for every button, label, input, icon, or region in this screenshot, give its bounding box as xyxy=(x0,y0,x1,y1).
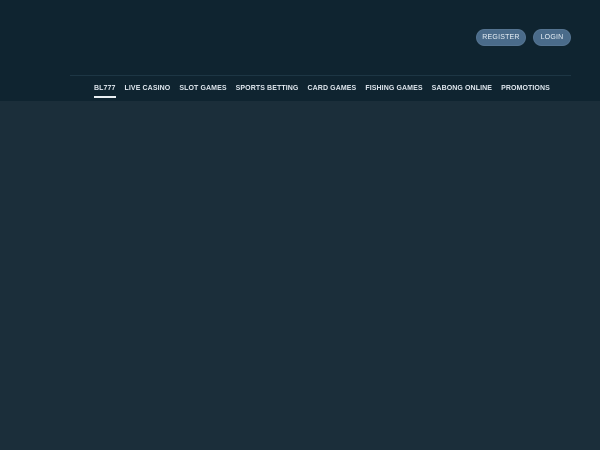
nav-item-card-games[interactable]: CARD GAMES xyxy=(307,84,356,94)
site-header: REGISTER LOGIN BL777 LIVE CASINO SLOT GA… xyxy=(0,0,600,101)
nav-item-live-casino[interactable]: LIVE CASINO xyxy=(125,84,171,94)
nav-item-sports-betting[interactable]: SPORTS BETTING xyxy=(236,84,299,94)
nav-item-promotions[interactable]: PROMOTIONS xyxy=(501,84,550,94)
main-nav: BL777 LIVE CASINO SLOT GAMES SPORTS BETT… xyxy=(94,84,550,98)
nav-item-sabong-online[interactable]: SABONG ONLINE xyxy=(432,84,492,94)
nav-item-fishing-games[interactable]: FISHING GAMES xyxy=(365,84,422,94)
login-button[interactable]: LOGIN xyxy=(533,29,571,46)
header-divider xyxy=(70,75,571,76)
nav-item-bl777[interactable]: BL777 xyxy=(94,84,116,98)
nav-item-slot-games[interactable]: SLOT GAMES xyxy=(179,84,226,94)
register-button[interactable]: REGISTER xyxy=(476,29,526,46)
page: REGISTER LOGIN BL777 LIVE CASINO SLOT GA… xyxy=(0,0,600,450)
auth-buttons: REGISTER LOGIN xyxy=(476,29,571,46)
